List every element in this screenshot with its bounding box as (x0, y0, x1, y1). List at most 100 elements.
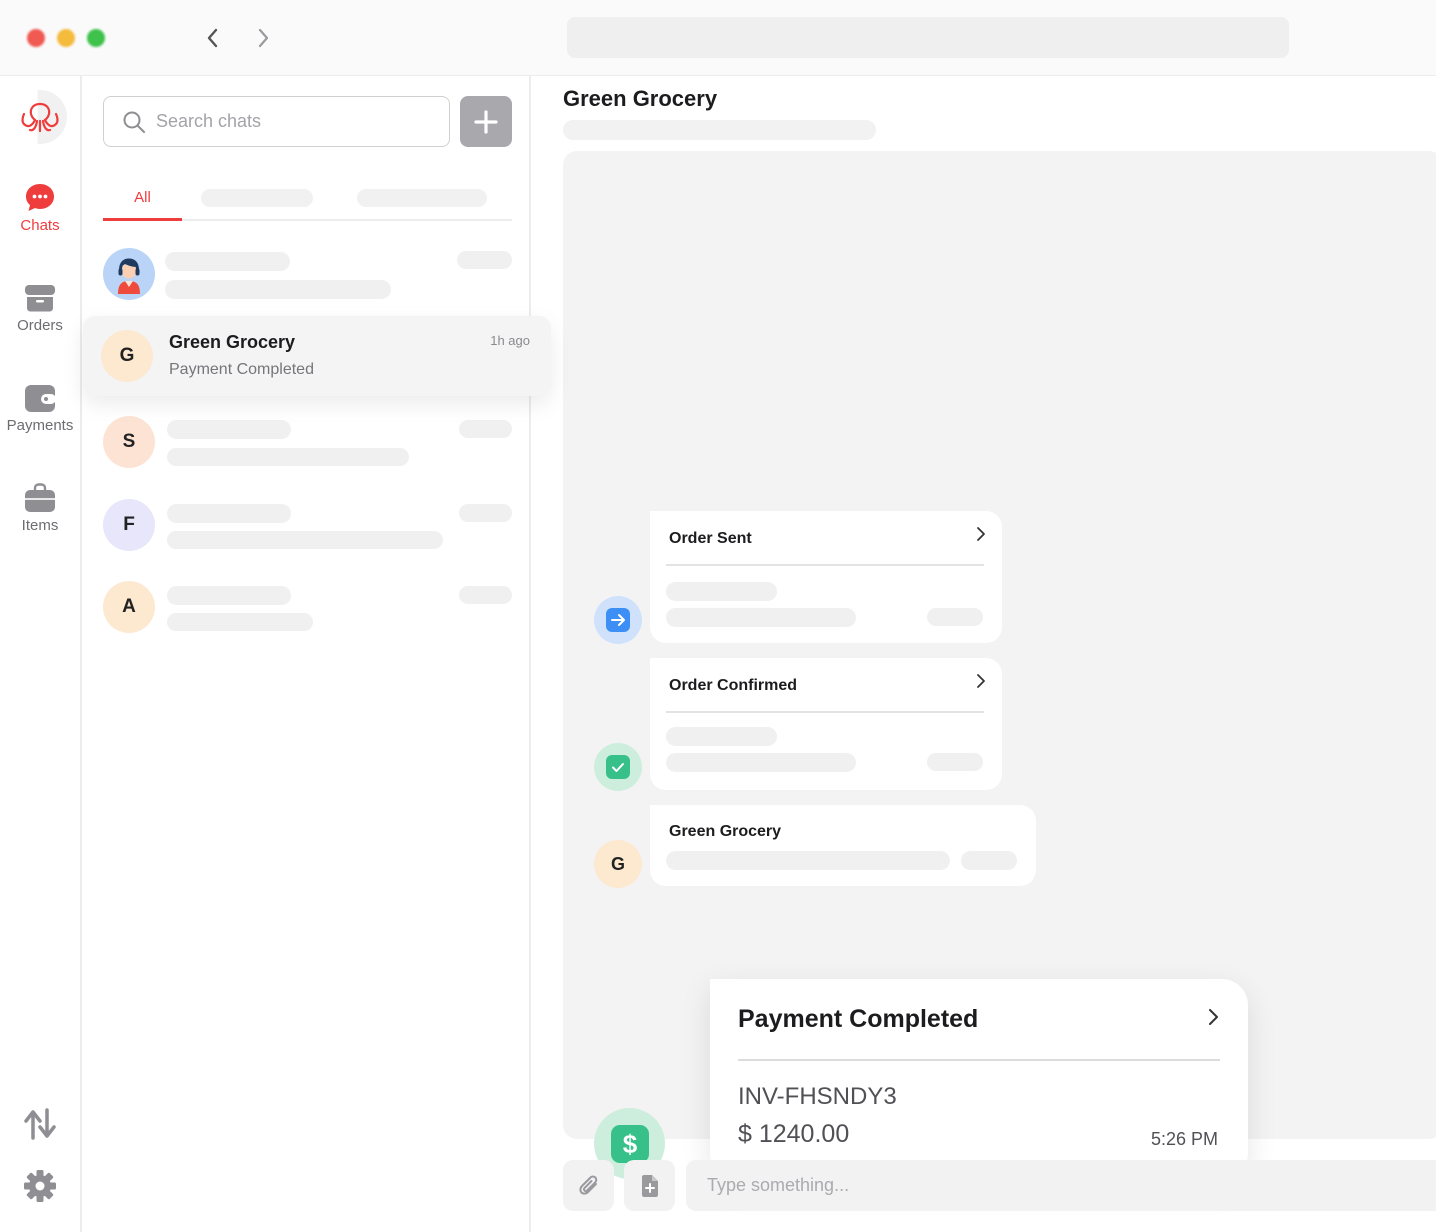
tab-placeholder[interactable] (357, 189, 487, 207)
avatar: A (103, 581, 155, 633)
order-sent-status (594, 596, 642, 644)
close-window-button[interactable] (27, 29, 45, 47)
conversation-subtitle-placeholder (563, 120, 876, 140)
support-agent-icon (118, 258, 140, 294)
maximize-window-button[interactable] (87, 29, 105, 47)
order-confirmed-status (594, 743, 642, 791)
avatar (103, 248, 155, 300)
conversation-pane: Green Grocery Order Sent Order Confirmed (533, 76, 1436, 1232)
archive-box-icon (24, 282, 56, 314)
search-box[interactable] (103, 96, 450, 147)
name-placeholder (167, 586, 291, 605)
settings-button[interactable] (22, 1168, 58, 1204)
chevron-right-icon (977, 527, 985, 541)
chat-filter-tabs: All (103, 176, 512, 221)
rail-label-items: Items (21, 517, 59, 534)
gear-icon (24, 1170, 56, 1202)
text-placeholder (666, 753, 856, 772)
payment-completed-card[interactable]: Payment Completed INV-FHSNDY3 $ 1240.00 … (710, 979, 1248, 1179)
rail-label-orders: Orders (17, 317, 63, 334)
chat-time: 1h ago (490, 333, 530, 348)
order-confirmed-title: Order Confirmed (669, 677, 798, 694)
address-bar[interactable] (567, 17, 1289, 58)
rail-item-chats[interactable]: Chats (0, 182, 80, 234)
chevron-left-icon (207, 28, 218, 48)
list-item[interactable]: F (83, 486, 531, 566)
text-placeholder (666, 851, 950, 870)
back-button[interactable] (197, 22, 229, 54)
attach-button[interactable] (563, 1160, 614, 1211)
time-placeholder (457, 251, 512, 269)
list-item[interactable] (83, 234, 531, 314)
avatar: G (101, 330, 153, 382)
new-chat-button[interactable] (460, 96, 512, 147)
preview-placeholder (167, 531, 443, 549)
name-placeholder (167, 504, 291, 523)
check-icon (606, 755, 630, 779)
message-sender: Green Grocery (669, 823, 782, 840)
chat-bubble-icon (24, 182, 56, 214)
message-composer[interactable] (686, 1160, 1436, 1211)
time-placeholder (927, 753, 983, 771)
arrow-right-icon (606, 608, 630, 632)
rail-item-items[interactable]: Items (0, 482, 80, 534)
app-logo[interactable] (13, 90, 67, 144)
chevron-right-icon (977, 674, 985, 688)
preview-placeholder (167, 613, 313, 631)
payment-time: 5:26 PM (1150, 1129, 1218, 1149)
name-placeholder (167, 420, 291, 439)
order-sent-card[interactable]: Order Sent (650, 511, 1002, 643)
add-file-button[interactable] (624, 1160, 675, 1211)
order-confirmed-card[interactable]: Order Confirmed (650, 658, 1002, 790)
text-placeholder (666, 727, 777, 746)
invoice-number: INV-FHSNDY3 (738, 1083, 897, 1110)
sort-arrows-icon (24, 1108, 56, 1140)
bag-icon (24, 482, 56, 514)
chevron-right-icon (258, 28, 269, 48)
time-placeholder (459, 586, 512, 604)
message-area: Order Sent Order Confirmed G Green Groce… (563, 151, 1436, 1179)
tab-all[interactable]: All (103, 176, 182, 221)
chat-name: Green Grocery (169, 332, 296, 352)
plus-icon (474, 109, 498, 134)
payment-amount: $ 1240.00 (738, 1120, 850, 1148)
svg-text:$: $ (622, 1129, 637, 1159)
preview-placeholder (165, 280, 391, 299)
chat-preview: Payment Completed (169, 361, 314, 378)
sender-avatar: G (594, 840, 642, 888)
file-add-icon (641, 1174, 658, 1197)
list-item[interactable]: A (83, 568, 531, 648)
list-item[interactable]: S (83, 403, 531, 483)
name-placeholder (165, 252, 290, 271)
search-input[interactable] (156, 111, 436, 132)
message-input[interactable] (707, 1175, 1407, 1196)
conversation-title: Green Grocery (563, 86, 718, 111)
paperclip-icon (578, 1175, 597, 1195)
preview-placeholder (167, 448, 409, 466)
time-placeholder (927, 608, 983, 626)
text-placeholder (666, 582, 777, 601)
rail-item-payments[interactable]: Payments (0, 382, 80, 434)
avatar: F (103, 499, 155, 551)
rail-label-payments: Payments (6, 417, 74, 434)
window-titlebar (0, 0, 1436, 76)
forward-button[interactable] (247, 22, 279, 54)
card-divider (666, 711, 984, 713)
rail-item-orders[interactable]: Orders (0, 282, 80, 334)
chat-list-pane: All G Green Grocery Payment Completed 1h… (83, 76, 551, 1232)
nav-rail: Chats Orders Payments Items (0, 76, 82, 1232)
text-placeholder (666, 608, 856, 627)
search-icon (123, 111, 145, 133)
minimize-window-button[interactable] (57, 29, 75, 47)
message-bubble[interactable]: Green Grocery (650, 805, 1036, 886)
dollar-icon: $ (610, 1124, 649, 1163)
sort-button[interactable] (22, 1106, 58, 1142)
octopus-logo-icon (21, 102, 59, 133)
chevron-right-icon (1209, 1009, 1218, 1025)
wallet-icon (24, 382, 56, 414)
time-placeholder (961, 851, 1017, 870)
payment-title: Payment Completed (738, 1005, 979, 1033)
tab-placeholder[interactable] (201, 189, 313, 207)
chat-item-green-grocery[interactable]: G Green Grocery Payment Completed 1h ago (83, 316, 551, 396)
card-divider (666, 564, 984, 566)
